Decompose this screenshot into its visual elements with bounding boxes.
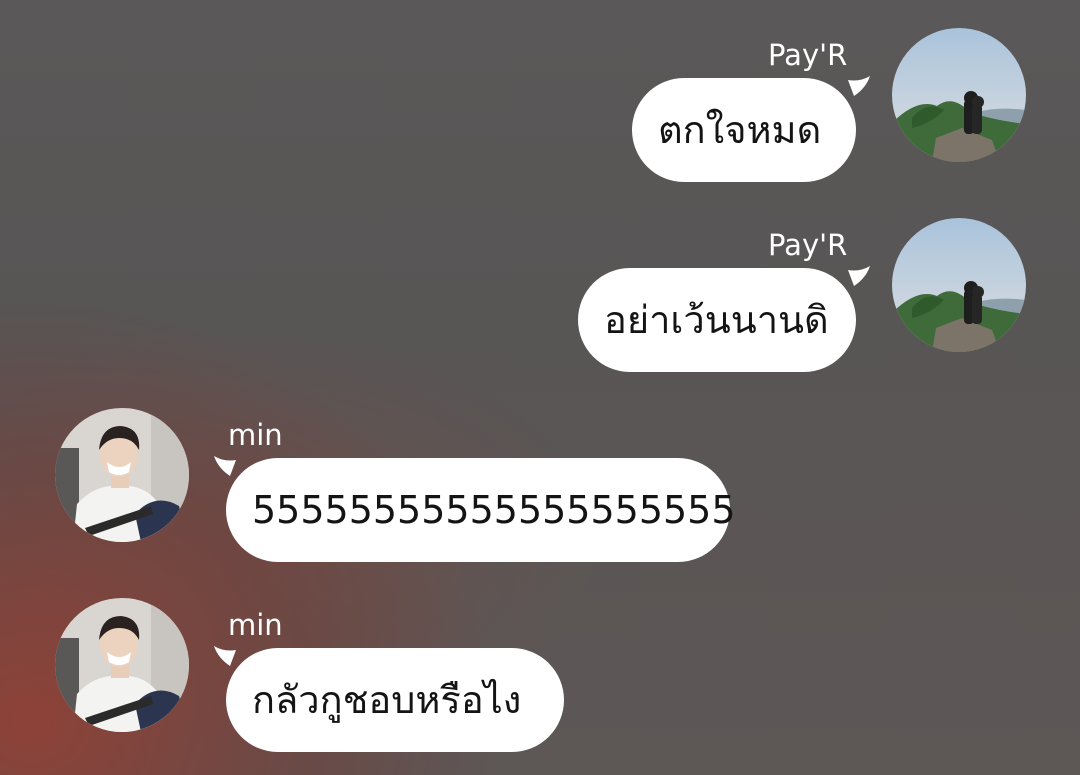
sender-name: min (228, 418, 283, 452)
message-bubble[interactable]: อย่าเว้นนานดิ (578, 268, 856, 372)
chat-view: Pay'R ตกใจหมด Pay'R อย่าเว้นนานดิ min 55… (0, 0, 1080, 775)
bubble-tail (848, 76, 870, 96)
bubble-tail (848, 266, 870, 286)
sender-name: Pay'R (768, 228, 848, 262)
message-text: กลัวกูชอบหรือไง (252, 678, 522, 722)
person-avatar-icon[interactable] (55, 408, 189, 542)
message-bubble[interactable]: 55555555555555555555 (226, 458, 736, 562)
landscape-avatar-icon[interactable] (892, 28, 1026, 162)
bubble-tail (214, 646, 236, 666)
landscape-avatar-icon[interactable] (892, 218, 1026, 352)
message-bubble[interactable]: กลัวกูชอบหรือไง (226, 648, 564, 752)
message-text: อย่าเว้นนานดิ (604, 298, 829, 342)
message-bubble[interactable]: ตกใจหมด (632, 78, 856, 182)
bubble-tail (214, 456, 236, 476)
person-avatar-icon[interactable] (55, 598, 189, 732)
sender-name: min (228, 608, 283, 642)
message-text: ตกใจหมด (658, 108, 822, 152)
sender-name: Pay'R (768, 38, 848, 72)
message-text: 55555555555555555555 (252, 488, 736, 532)
